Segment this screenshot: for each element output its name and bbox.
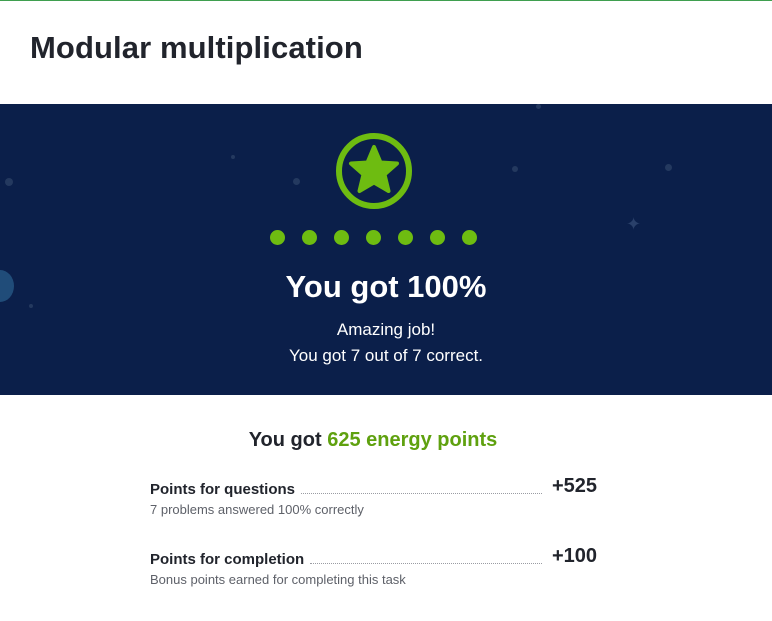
top-accent-line: [0, 0, 772, 1]
progress-dot-correct: [398, 230, 413, 245]
sparkle-icon: ✦: [626, 214, 642, 234]
dotted-leader: [310, 563, 542, 564]
progress-dot-correct: [334, 230, 349, 245]
progress-dot-correct: [302, 230, 317, 245]
background-star-dot: [665, 164, 672, 171]
progress-dot-correct: [462, 230, 477, 245]
points-row-questions: Points for questions +525 7 problems ans…: [150, 475, 597, 517]
question-progress-dots: [270, 230, 480, 246]
background-star-dot: [536, 104, 541, 109]
energy-prefix: You got: [248, 429, 322, 451]
star-badge-icon: [336, 133, 412, 209]
page-title: Modular multiplication: [30, 30, 363, 65]
energy-points-heading: You got 625 energy points: [0, 429, 746, 452]
progress-dot-correct: [270, 230, 285, 245]
progress-dot-correct: [366, 230, 381, 245]
points-row-value: +525: [551, 475, 597, 497]
energy-points-total: 625 energy points: [327, 429, 498, 451]
points-row-completion: Points for completion +100 Bonus points …: [150, 545, 597, 587]
points-row-label: Points for completion: [150, 551, 311, 568]
correct-count-text: You got 7 out of 7 correct.: [288, 346, 484, 365]
points-row-label: Points for questions: [150, 481, 302, 498]
praise-message: Amazing job!: [336, 320, 436, 339]
dotted-leader: [301, 493, 542, 494]
results-page: Modular multiplication ✦ You got 100% Am…: [0, 0, 772, 621]
points-row-description: 7 problems answered 100% correctly: [150, 502, 364, 517]
background-star-dot: [293, 178, 300, 185]
background-star-dot: [512, 166, 518, 172]
background-star-dot: [5, 178, 13, 186]
background-star-dot: [231, 155, 235, 159]
points-row-description: Bonus points earned for completing this …: [150, 572, 406, 587]
progress-dot-correct: [430, 230, 445, 245]
score-heading: You got 100%: [285, 269, 487, 304]
results-hero-banner: ✦ You got 100% Amazing job! You got 7 ou…: [0, 104, 772, 395]
points-row-value: +100: [551, 545, 597, 567]
